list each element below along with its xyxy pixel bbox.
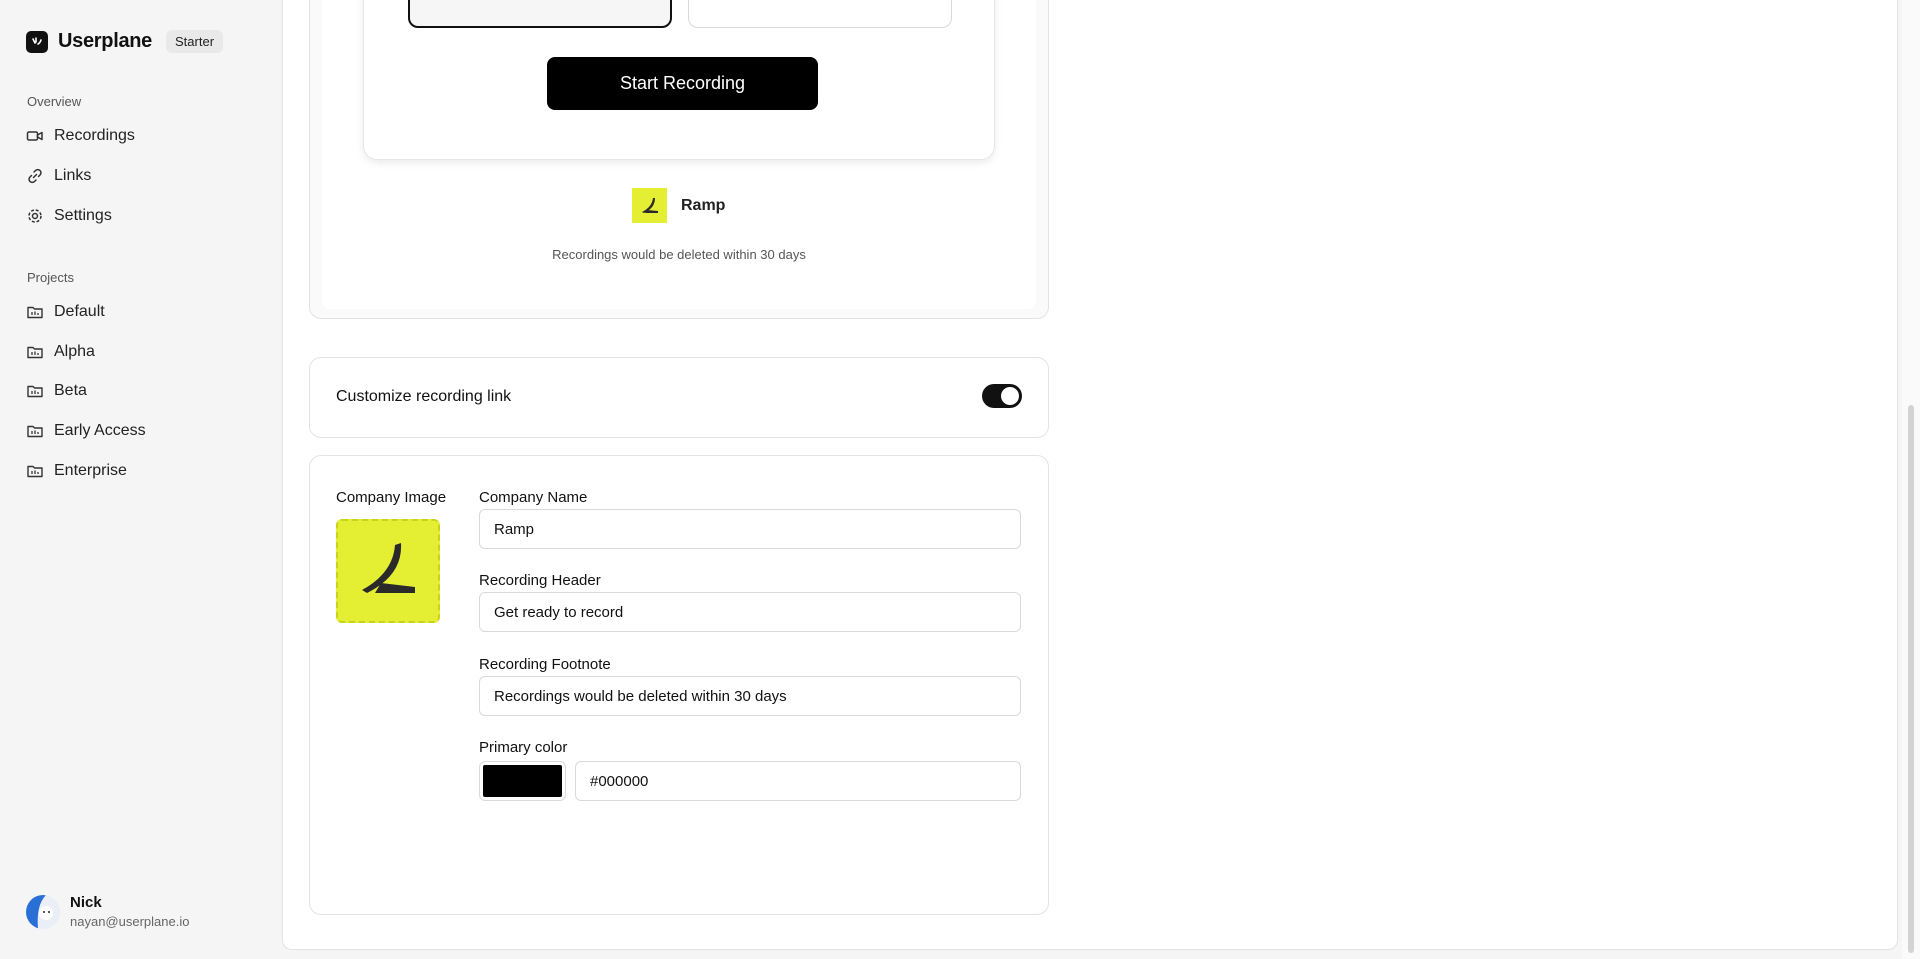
customize-link-toggle[interactable] — [982, 384, 1022, 408]
recording-option-selected[interactable] — [408, 0, 672, 28]
recording-header-input[interactable] — [479, 592, 1021, 632]
start-recording-button[interactable]: Start Recording — [547, 57, 818, 110]
project-item-early-access[interactable]: Early Access — [26, 422, 146, 440]
preview-footnote: Recordings would be deleted within 30 da… — [552, 247, 806, 262]
project-label: Beta — [54, 382, 87, 399]
customize-link-label: Customize recording link — [336, 388, 512, 405]
nav-item-recordings[interactable]: Recordings — [26, 127, 135, 145]
main-panel: Start Recording Ramp Recordings would be… — [282, 0, 1898, 950]
project-item-enterprise[interactable]: Enterprise — [26, 462, 127, 480]
company-image-label: Company Image — [336, 489, 447, 506]
preview-recording-card: Start Recording — [363, 0, 995, 160]
sidebar: Userplane Starter Overview Recordings Li… — [0, 0, 282, 959]
project-label: Early Access — [54, 422, 146, 439]
user-email: nayan@userplane.io — [70, 914, 190, 929]
app-name: Userplane — [58, 30, 153, 52]
project-item-default[interactable]: Default — [26, 303, 105, 321]
preview-company-name: Ramp — [681, 196, 726, 214]
user-profile[interactable]: Nick nayan@userplane.io — [26, 894, 189, 929]
project-label: Alpha — [54, 343, 95, 360]
recording-preview: Start Recording Ramp Recordings would be… — [309, 0, 1049, 319]
nav-label: Settings — [54, 207, 112, 224]
nav-item-links[interactable]: Links — [26, 167, 91, 185]
nav-label: Links — [54, 167, 92, 184]
project-label: Default — [54, 303, 105, 320]
userplane-logo-icon — [26, 30, 48, 53]
section-label-projects: Projects — [27, 270, 74, 285]
preview-company: Ramp — [632, 188, 725, 223]
branding-form: Company Image Company Name Recording Hea… — [309, 455, 1049, 915]
nav-label: Recordings — [54, 127, 135, 144]
primary-color-input[interactable] — [575, 761, 1021, 801]
toggle-knob — [1001, 387, 1019, 405]
company-logo-icon — [362, 543, 415, 593]
company-logo-icon — [632, 188, 667, 223]
folder-icon — [26, 303, 44, 321]
folder-icon — [26, 422, 44, 440]
primary-color-label: Primary color — [479, 739, 568, 756]
user-name: Nick — [70, 894, 102, 911]
recording-footnote-label: Recording Footnote — [479, 656, 611, 673]
project-item-alpha[interactable]: Alpha — [26, 343, 95, 361]
company-name-label: Company Name — [479, 489, 588, 506]
scrollbar-thumb[interactable] — [1908, 405, 1914, 953]
company-image-upload[interactable] — [336, 519, 440, 623]
folder-icon — [26, 462, 44, 480]
folder-icon — [26, 382, 44, 400]
project-label: Enterprise — [54, 462, 127, 479]
company-name-input[interactable] — [479, 509, 1021, 549]
brand[interactable]: Userplane Starter — [26, 30, 224, 53]
plan-badge: Starter — [166, 30, 224, 53]
customize-link-card: Customize recording link — [309, 357, 1049, 438]
gear-icon — [26, 207, 44, 225]
avatar — [26, 894, 60, 929]
primary-color-swatch[interactable] — [479, 761, 566, 801]
preview-canvas: Start Recording Ramp Recordings would be… — [322, 0, 1036, 309]
folder-icon — [26, 343, 44, 361]
recording-option[interactable] — [688, 0, 952, 28]
color-fill — [483, 765, 562, 797]
link-icon — [26, 167, 44, 185]
section-label-overview: Overview — [27, 94, 82, 109]
project-item-beta[interactable]: Beta — [26, 382, 87, 400]
recording-footnote-input[interactable] — [479, 676, 1021, 716]
video-icon — [26, 127, 44, 145]
nav-item-settings[interactable]: Settings — [26, 207, 112, 225]
recording-header-label: Recording Header — [479, 572, 601, 589]
